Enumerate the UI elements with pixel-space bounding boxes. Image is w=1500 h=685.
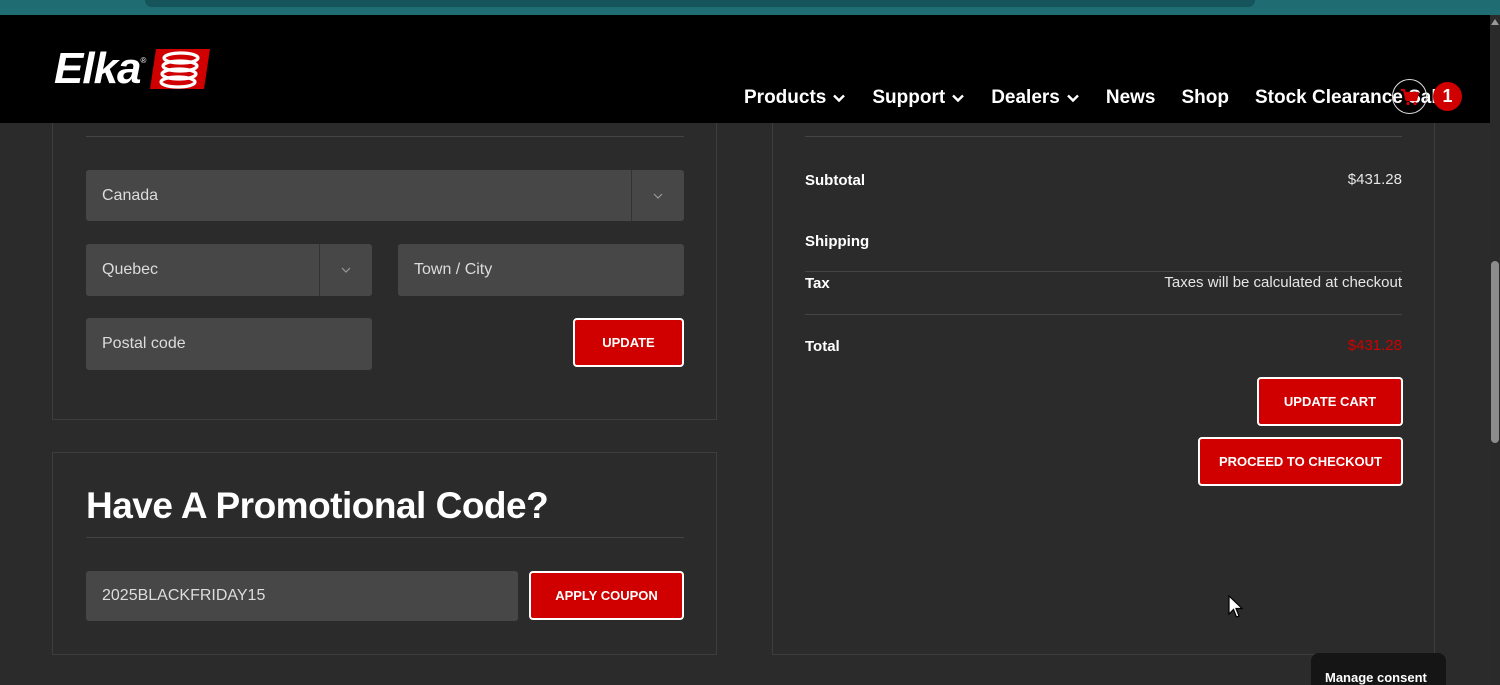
cart-button[interactable]: [1392, 79, 1427, 114]
coupon-code-value: 2025BLACKFRIDAY15: [102, 587, 266, 604]
nav-shop[interactable]: Shop: [1182, 87, 1230, 109]
chevron-down-icon: [1067, 94, 1079, 103]
promo-title: Have A Promotional Code?: [86, 485, 549, 526]
province-select[interactable]: Quebec: [86, 244, 372, 296]
chevron-down-icon: [320, 244, 372, 296]
proceed-to-checkout-button[interactable]: PROCEED TO CHECKOUT: [1198, 437, 1403, 486]
nav-products-label: Products: [744, 87, 827, 108]
nav-news-label: News: [1105, 87, 1156, 108]
logo-wordmark: Elka: [54, 44, 142, 93]
postal-code-placeholder: Postal code: [102, 335, 186, 352]
page-scrollbar[interactable]: [1490, 15, 1500, 685]
tax-divider: [805, 314, 1402, 315]
postal-code-input[interactable]: Postal code: [86, 318, 372, 370]
promo-code-panel: [52, 452, 717, 655]
city-input-placeholder: Town / City: [414, 261, 493, 278]
tax-value: Taxes will be calculated at checkout: [1164, 274, 1402, 291]
nav-dealers[interactable]: Dealers: [991, 87, 1080, 109]
cart-count-badge: 1: [1433, 82, 1462, 111]
shipping-divider: [86, 136, 684, 137]
nav-products[interactable]: Products: [744, 87, 846, 109]
site-header: Elka ® Products Support Dealers News Sho…: [0, 15, 1490, 123]
nav-shop-label: Shop: [1181, 87, 1230, 108]
country-select[interactable]: Canada: [86, 170, 684, 221]
apply-coupon-button[interactable]: APPLY COUPON: [529, 571, 684, 620]
chevron-down-icon: [632, 170, 684, 221]
shipping-label: Shipping: [805, 233, 870, 250]
shipping-divider-line: [805, 271, 1402, 272]
promo-divider: [86, 537, 684, 538]
nav-support-label: Support: [872, 87, 946, 108]
nav-support[interactable]: Support: [872, 87, 965, 109]
total-value: $431.28: [1347, 337, 1402, 354]
totals-top-divider: [805, 136, 1402, 137]
update-cart-button[interactable]: UPDATE CART: [1257, 377, 1403, 426]
cart-icon: [1400, 88, 1419, 105]
chevron-down-icon: [833, 94, 846, 103]
subtotal-value: $431.28: [1347, 171, 1402, 188]
total-label: Total: [805, 338, 840, 355]
update-shipping-button[interactable]: UPDATE: [573, 318, 684, 367]
city-input[interactable]: Town / City: [398, 244, 684, 296]
browser-address-bar: [145, 0, 1255, 7]
chevron-down-icon: [952, 94, 965, 103]
nav-news[interactable]: News: [1106, 87, 1156, 109]
scrollbar-thumb[interactable]: [1491, 261, 1499, 443]
subtotal-label: Subtotal: [805, 172, 865, 189]
coupon-code-input[interactable]: 2025BLACKFRIDAY15: [86, 571, 518, 621]
mouse-cursor-icon: [1228, 595, 1244, 618]
country-select-value: Canada: [102, 186, 159, 204]
logo-registered-mark: ®: [140, 56, 147, 65]
spring-logo-icon: [150, 49, 211, 89]
manage-consent-button[interactable]: Manage consent: [1311, 653, 1446, 685]
nav-dealers-label: Dealers: [991, 87, 1060, 108]
tax-label: Tax: [805, 275, 830, 292]
province-select-value: Quebec: [102, 261, 159, 278]
main-nav: Products Support Dealers News Shop Stock…: [744, 82, 1473, 114]
elka-logo[interactable]: Elka ®: [54, 46, 212, 92]
browser-top-strip: [0, 0, 1500, 15]
scroll-up-arrow-icon[interactable]: [1491, 19, 1499, 25]
